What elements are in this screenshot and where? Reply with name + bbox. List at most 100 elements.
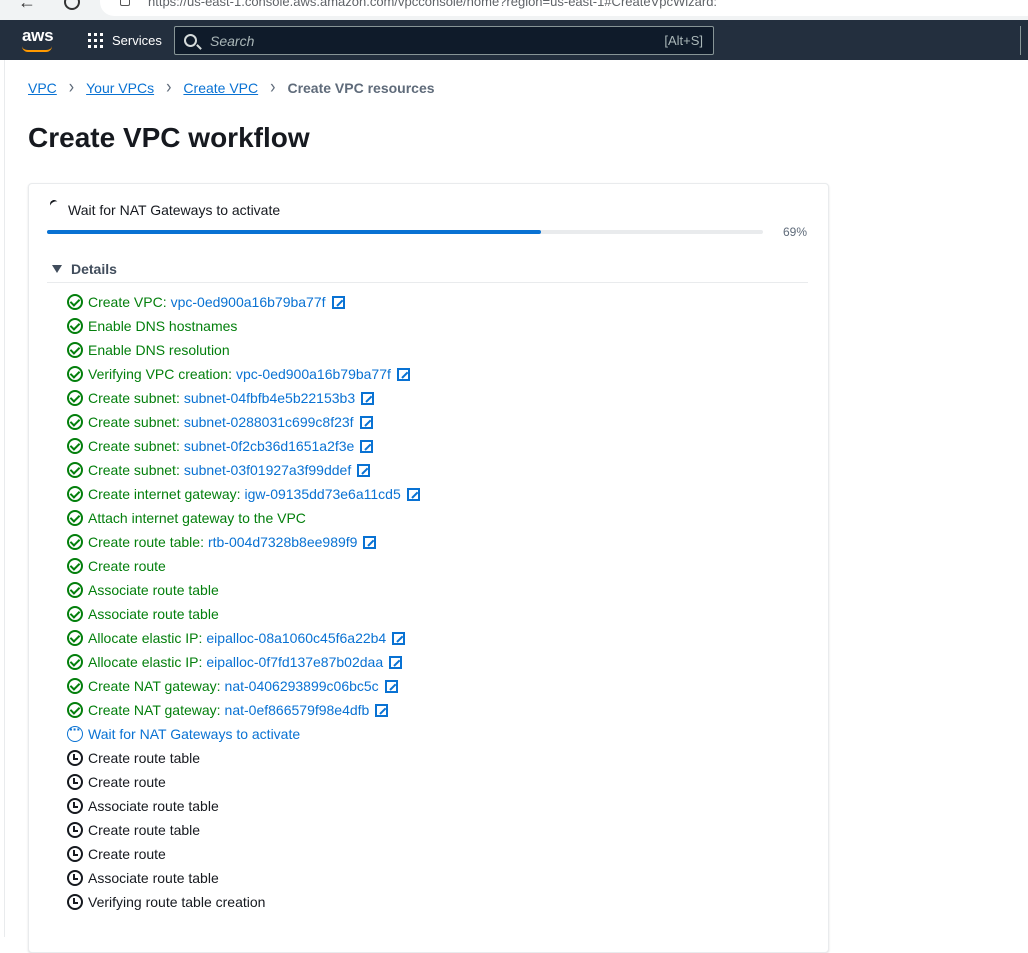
external-link-icon[interactable]	[361, 391, 375, 405]
external-link-icon[interactable]	[375, 703, 389, 717]
step-item: Create route table	[67, 818, 420, 842]
details-label: Details	[71, 261, 117, 277]
status-success-icon	[67, 702, 83, 718]
browser-toolbar: ← https://us-east-1.console.aws.amazon.c…	[0, 0, 1028, 20]
step-label: Create subnet:	[88, 390, 180, 406]
resource-link[interactable]: eipalloc-0f7fd137e87b02daa	[206, 654, 383, 670]
step-item: Create internet gateway: igw-09135dd73e6a…	[67, 482, 420, 506]
resource-link[interactable]: subnet-0288031c699c8f23f	[184, 414, 354, 430]
step-item: Create NAT gateway: nat-0406293899c06bc5c	[67, 674, 420, 698]
step-label: Wait for NAT Gateways to activate	[88, 726, 301, 742]
status-pending-icon	[67, 870, 83, 886]
status-in-progress-icon	[67, 721, 83, 742]
step-label: Create subnet:	[88, 438, 180, 454]
status-success-icon	[67, 294, 83, 310]
external-link-icon[interactable]	[406, 487, 420, 501]
external-link-icon[interactable]	[392, 631, 406, 645]
status-success-icon	[67, 654, 83, 670]
step-label: Create VPC:	[88, 294, 167, 310]
step-label: Create route table	[88, 822, 201, 838]
status-success-icon	[67, 318, 83, 334]
aws-logo-smile-icon	[22, 46, 52, 52]
external-link-icon[interactable]	[384, 679, 398, 693]
back-arrow-icon[interactable]: ←	[18, 0, 36, 13]
url-text[interactable]: https://us-east-1.console.aws.amazon.com…	[148, 0, 717, 9]
resource-link[interactable]: vpc-0ed900a16b79ba77f	[171, 294, 326, 310]
step-label: Create route table:	[88, 534, 204, 550]
step-item: Create NAT gateway: nat-0ef866579f98e4dfb	[67, 698, 420, 722]
external-link-icon[interactable]	[396, 367, 410, 381]
search-placeholder: Search	[210, 33, 255, 49]
status-success-icon	[67, 462, 83, 478]
external-link-icon[interactable]	[359, 415, 373, 429]
step-item: Create route	[67, 554, 420, 578]
external-link-icon[interactable]	[360, 439, 374, 453]
resource-link[interactable]: igw-09135dd73e6a11cd5	[245, 486, 401, 502]
resource-link[interactable]: subnet-0f2cb36d1651a2f3e	[184, 438, 354, 454]
step-item: Enable DNS resolution	[67, 338, 420, 362]
services-button[interactable]: Services	[88, 30, 162, 50]
step-item: Create subnet: subnet-03f01927a3f99ddef	[67, 458, 420, 482]
step-item: Create route	[67, 770, 420, 794]
services-label: Services	[112, 32, 162, 48]
aws-logo[interactable]: aws	[22, 26, 54, 46]
external-link-icon[interactable]	[331, 295, 345, 309]
reload-icon[interactable]	[64, 0, 80, 10]
step-item: Create subnet: subnet-0f2cb36d1651a2f3e	[67, 434, 420, 458]
resource-link[interactable]: nat-0406293899c06bc5c	[225, 678, 379, 694]
progress-label: Wait for NAT Gateways to activate	[68, 202, 281, 218]
external-link-icon[interactable]	[357, 463, 371, 477]
status-pending-icon	[67, 822, 83, 838]
step-item: Associate route table	[67, 866, 420, 890]
resource-link[interactable]: vpc-0ed900a16b79ba77f	[236, 366, 391, 382]
status-pending-icon	[67, 774, 83, 790]
step-label: Associate route table	[88, 582, 219, 598]
step-item: Wait for NAT Gateways to activate	[67, 721, 420, 746]
step-item: Create subnet: subnet-0288031c699c8f23f	[67, 410, 420, 434]
site-info-icon[interactable]	[120, 0, 130, 6]
step-item: Associate route table	[67, 794, 420, 818]
details-expander[interactable]: Details	[52, 261, 117, 277]
step-item: Allocate elastic IP: eipalloc-08a1060c45f…	[67, 626, 420, 650]
step-list: Create VPC: vpc-0ed900a16b79ba77f Enable D…	[67, 290, 420, 914]
resource-link[interactable]: eipalloc-08a1060c45f6a22b4	[206, 630, 386, 646]
step-label: Create NAT gateway:	[88, 702, 221, 718]
step-label: Verifying VPC creation:	[88, 366, 232, 382]
chevron-right-icon: ›	[68, 77, 75, 98]
step-label: Associate route table	[88, 606, 219, 622]
status-pending-icon	[67, 846, 83, 862]
step-label: Create subnet:	[88, 462, 180, 478]
status-success-icon	[67, 510, 83, 526]
search-shortcut-hint: [Alt+S]	[664, 33, 703, 48]
page-title: Create VPC workflow	[28, 122, 310, 153]
resource-link[interactable]: subnet-04fbfb4e5b22153b3	[184, 390, 355, 406]
status-success-icon	[67, 582, 83, 598]
breadcrumb-your-vpcs[interactable]: Your VPCs	[86, 80, 154, 96]
details-divider	[47, 282, 808, 283]
step-item: Allocate elastic IP: eipalloc-0f7fd137e87…	[67, 650, 420, 674]
step-item: Create subnet: subnet-04fbfb4e5b22153b3	[67, 386, 420, 410]
resource-link[interactable]: subnet-03f01927a3f99ddef	[184, 462, 351, 478]
breadcrumb-create-vpc[interactable]: Create VPC	[183, 80, 258, 96]
step-label: Allocate elastic IP:	[88, 630, 203, 646]
status-success-icon	[67, 366, 83, 382]
status-success-icon	[67, 438, 83, 454]
step-label: Verifying route table creation	[88, 894, 266, 910]
status-success-icon	[67, 678, 83, 694]
search-input[interactable]: Search [Alt+S]	[174, 26, 714, 55]
resource-link[interactable]: nat-0ef866579f98e4dfb	[225, 702, 370, 718]
progress-percent: 69%	[783, 225, 808, 239]
step-item: Enable DNS hostnames	[67, 314, 420, 338]
external-link-icon[interactable]	[389, 655, 403, 669]
step-label: Enable DNS hostnames	[88, 318, 238, 334]
status-success-icon	[67, 390, 83, 406]
aws-top-nav: aws Services Search [Alt+S]	[0, 20, 1028, 60]
resource-link[interactable]: rtb-004d7328b8ee989f9	[208, 534, 357, 550]
page-frame-divider	[4, 60, 5, 937]
step-label: Create internet gateway:	[88, 486, 241, 502]
step-item: Create route table: rtb-004d7328b8ee989f9	[67, 530, 420, 554]
breadcrumb-vpc[interactable]: VPC	[28, 80, 57, 96]
external-link-icon[interactable]	[363, 535, 377, 549]
status-pending-icon	[67, 750, 83, 766]
step-label: Attach internet gateway to the VPC	[88, 510, 306, 526]
